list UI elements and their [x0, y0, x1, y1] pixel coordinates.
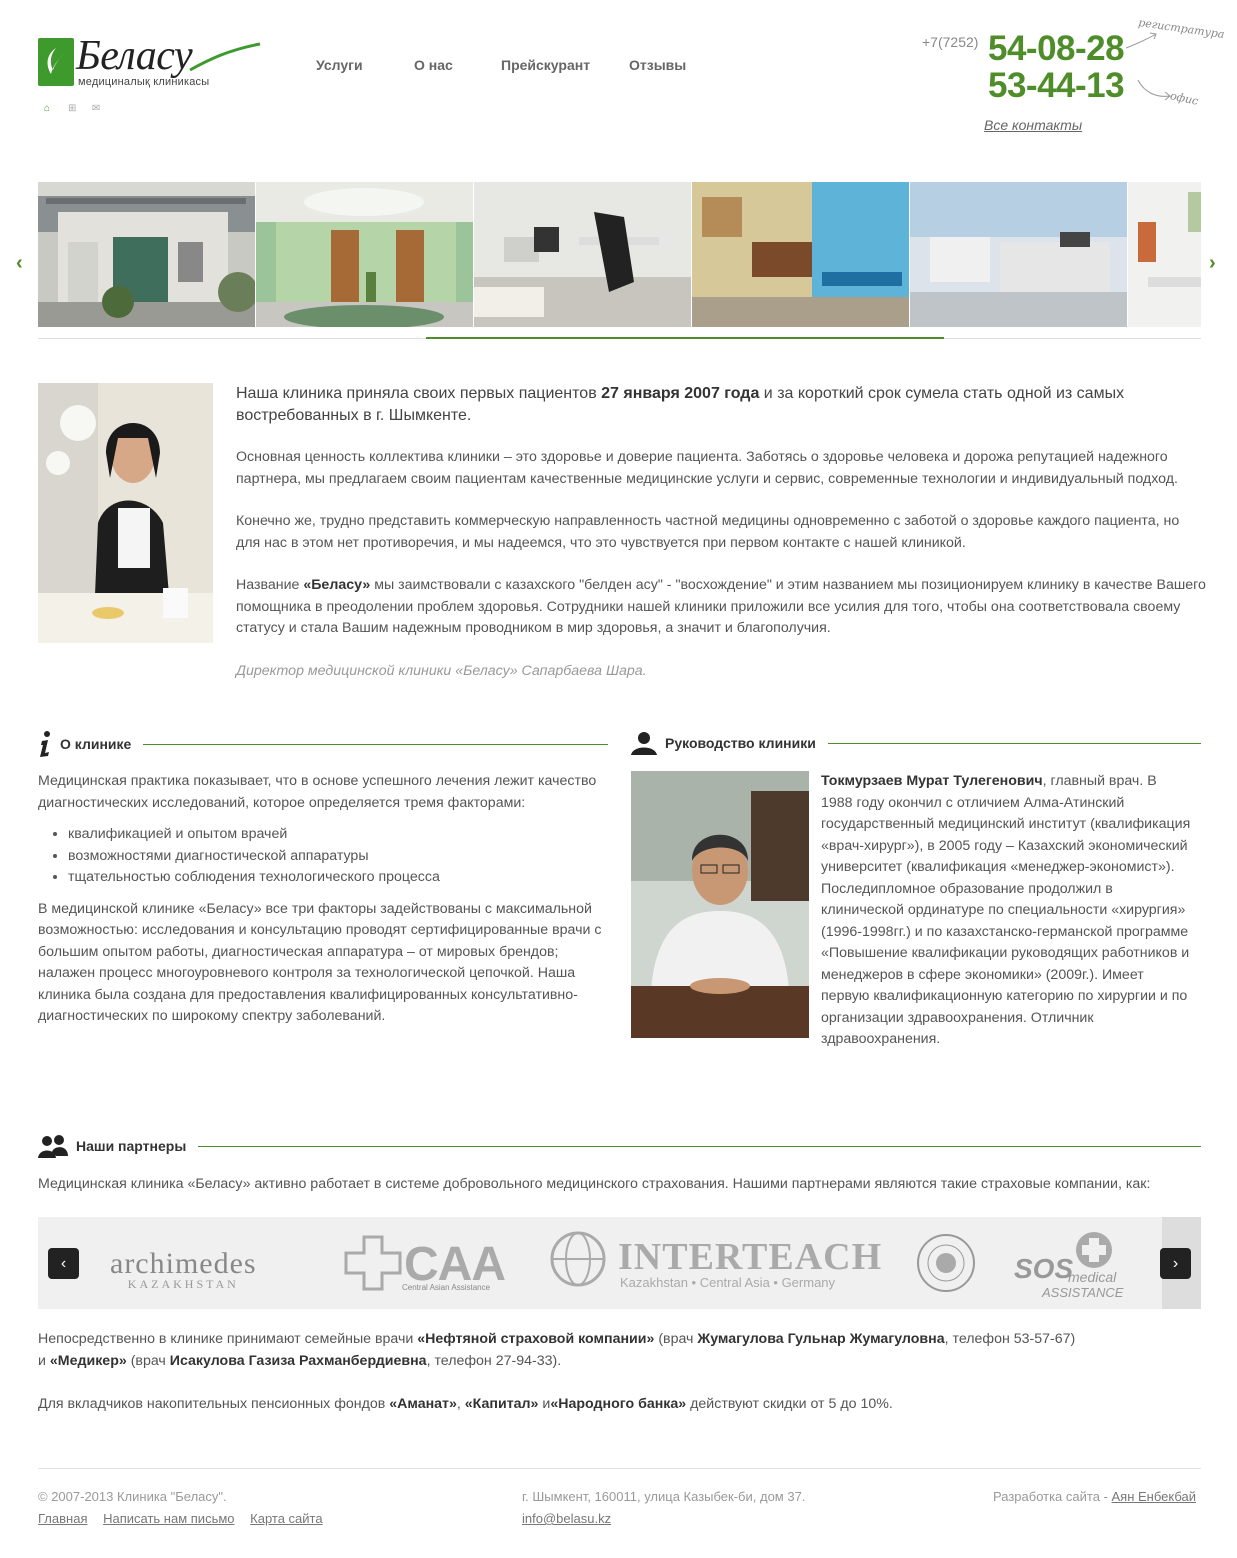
footer-address: г. Шымкент, 160011, улица Казыбек-би, до… — [522, 1489, 806, 1504]
partners-intro: Медицинская клиника «Беласу» активно раб… — [38, 1176, 1151, 1192]
nav-reviews[interactable]: Отзывы — [629, 57, 686, 73]
footer-link-home[interactable]: Главная — [38, 1511, 87, 1526]
management-header: Руководство клиники — [631, 731, 1201, 755]
nav-pricelist[interactable]: Прейскурант — [501, 57, 629, 73]
person-icon — [631, 732, 657, 755]
list-item: возможностями диагностической аппаратуры — [68, 846, 603, 868]
section-title: Наши партнеры — [76, 1138, 187, 1154]
partners-carousel: ‹ archimedes KAZAKHSTAN CAA Central Asia… — [38, 1217, 1201, 1309]
discount-text: Для вкладчиков накопительных пенсионных … — [38, 1396, 893, 1412]
partners-prev-button[interactable]: ‹ — [48, 1248, 79, 1279]
office-note: офис — [1168, 89, 1200, 108]
people-icon — [38, 1135, 68, 1158]
slider-prev-icon[interactable]: ‹ — [16, 252, 23, 275]
section-rule — [143, 743, 608, 745]
logo-swoosh-icon — [189, 42, 261, 72]
slide-room[interactable] — [1128, 182, 1201, 327]
about-paragraph: В медицинской клинике «Беласу» все три ф… — [38, 900, 602, 1025]
medical-seal-icon — [917, 1234, 975, 1292]
footer-right: Разработка сайта - Аян Енбекбай — [993, 1486, 1196, 1508]
section-title: Руководство клиники — [665, 735, 816, 751]
logo-name: Беласу — [76, 33, 193, 79]
footer-email-link[interactable]: info@belasu.kz — [522, 1511, 611, 1526]
intro-paragraph: Конечно же, трудно представить коммерчес… — [236, 513, 1180, 551]
medical-cross-icon — [1076, 1232, 1112, 1268]
director-signature: Директор медицинской клиники «Беласу» Са… — [236, 662, 647, 679]
nav-services[interactable]: Услуги — [316, 57, 414, 73]
slide-building[interactable] — [38, 182, 255, 327]
chief-doctor-text: , главный врач. В 1988 году окончил с от… — [821, 773, 1191, 1047]
cross-icon — [344, 1235, 402, 1291]
partner-logo-archimedes[interactable]: archimedes KAZAKHSTAN — [110, 1247, 257, 1292]
footer-link-sitemap[interactable]: Карта сайта — [250, 1511, 322, 1526]
partners-next-button[interactable]: › — [1160, 1248, 1191, 1279]
phone-registry[interactable]: 54-08-28 — [988, 29, 1125, 69]
home-icon[interactable]: ⌂ — [44, 104, 54, 114]
utility-icons: ⌂ ⊞ ✉ — [44, 104, 102, 114]
list-item: квалификацией и опытом врачей — [68, 824, 603, 846]
info-icon — [40, 731, 50, 757]
section-rule — [198, 1145, 1201, 1147]
slider-progress — [426, 337, 944, 339]
photo-slider — [38, 182, 1201, 327]
chief-doctor-bio: Токмурзаев Мурат Тулегенович, главный вр… — [821, 771, 1191, 1051]
section-rule — [827, 742, 1201, 744]
partner-logo-sos[interactable]: SOS medical ASSISTANCE — [1012, 1231, 1132, 1300]
copyright: © 2007-2013 Клиника "Беласу". — [38, 1489, 227, 1504]
slide-hall[interactable] — [256, 182, 473, 327]
partners-header: Наши партнеры — [38, 1134, 1201, 1158]
sitemap-icon[interactable]: ⊞ — [68, 104, 78, 114]
all-contacts-link[interactable]: Все контакты — [984, 117, 1082, 133]
intro-text: Наша клиника приняла своих первых пациен… — [236, 383, 1206, 703]
logo-leaf-icon — [38, 38, 74, 86]
intro-lead: Наша клиника приняла своих первых пациен… — [236, 385, 1125, 424]
family-doctors-text: Непосредственно в клинике принимают семе… — [38, 1331, 1076, 1369]
slide-office[interactable] — [474, 182, 691, 327]
phone-office[interactable]: 53-44-13 — [988, 66, 1125, 106]
developer-link[interactable]: Аян Енбекбай — [1112, 1489, 1197, 1504]
intro-paragraph: Основная ценность коллектива клиники – э… — [236, 449, 1178, 487]
mail-icon[interactable]: ✉ — [92, 104, 102, 114]
footer-center: г. Шымкент, 160011, улица Казыбек-би, до… — [522, 1486, 805, 1530]
footer-link-write[interactable]: Написать нам письмо — [103, 1511, 234, 1526]
nav-about[interactable]: О нас — [414, 57, 501, 73]
director-photo — [38, 383, 213, 643]
about-text: Медицинская практика показывает, что в о… — [38, 771, 603, 1028]
chief-doctor-name: Токмурзаев Мурат Тулегенович — [821, 773, 1043, 789]
phone-prefix: +7(7252) — [922, 34, 979, 50]
logo[interactable]: Беласу медициналық клиникасы — [38, 33, 263, 92]
registry-arrow-icon — [1125, 32, 1157, 49]
logo-subtitle: медициналық клиникасы — [78, 76, 210, 88]
slider-next-icon[interactable]: › — [1209, 252, 1216, 275]
footer-left: © 2007-2013 Клиника "Беласу". Главная На… — [38, 1486, 335, 1530]
section-title: О клинике — [60, 736, 132, 752]
partner-logo-medical-assistance-group[interactable] — [916, 1233, 976, 1296]
chief-doctor-photo — [631, 771, 809, 1038]
about-header: О клинике — [38, 731, 608, 757]
about-paragraph: Медицинская практика показывает, что в о… — [38, 773, 597, 811]
footer-divider — [38, 1468, 1201, 1469]
main-nav: Услуги О нас Прейскурант Отзывы — [316, 57, 686, 73]
globe-icon — [550, 1231, 606, 1287]
developer-label: Разработка сайта - — [993, 1489, 1112, 1504]
slide-lab[interactable] — [910, 182, 1127, 327]
list-item: тщательностью соблюдения технологическог… — [68, 867, 603, 889]
intro-paragraph: Название «Беласу» мы заимствовали с каза… — [236, 577, 1206, 636]
factor-list: квалификацией и опытом врачей возможност… — [68, 824, 603, 889]
slide-cabinet[interactable] — [692, 182, 909, 327]
